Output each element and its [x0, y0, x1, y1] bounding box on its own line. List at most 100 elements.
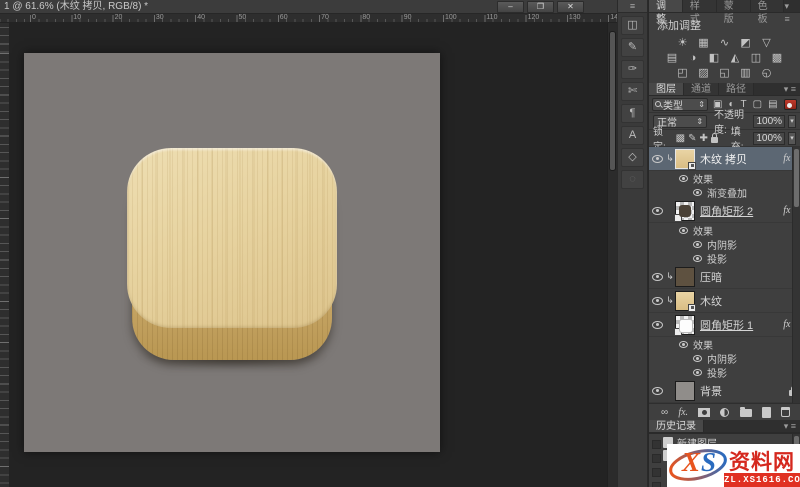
eye-icon[interactable] [652, 273, 663, 281]
layer-effect-row[interactable]: 投影 [649, 365, 800, 379]
layers-scrollbar[interactable] [792, 147, 800, 403]
opacity-value[interactable]: 100% [753, 115, 785, 128]
pasteboard[interactable] [10, 23, 607, 487]
visibility-cell[interactable] [649, 155, 665, 163]
motion-panel-icon[interactable]: ◌ [621, 170, 644, 189]
layer-row[interactable]: 圆角矩形 1fx▴ [649, 313, 800, 337]
layer-fx-icon[interactable]: fx [783, 319, 790, 330]
layer-fx-icon[interactable]: fx [783, 205, 790, 216]
tool-presets-panel-icon[interactable]: ✄ [621, 82, 644, 101]
filter-smart-objects-icon[interactable]: ▤ [768, 99, 777, 110]
history-source-well[interactable] [652, 440, 661, 449]
invert-icon[interactable]: ◰ [674, 66, 692, 80]
layer-effect-row[interactable]: 效果 [649, 171, 800, 185]
filter-toggle-switch[interactable] [784, 99, 797, 110]
eye-icon[interactable] [652, 387, 663, 395]
gradient-map-icon[interactable]: ▥ [737, 66, 755, 80]
layer-thumbnail[interactable] [675, 291, 695, 311]
tab-色板[interactable]: 色板 [751, 0, 785, 12]
add-layer-mask-icon[interactable] [698, 408, 710, 417]
levels-icon[interactable]: ▦ [695, 36, 713, 50]
eye-icon[interactable] [652, 155, 663, 163]
eye-icon[interactable] [679, 175, 688, 182]
layer-style-icon[interactable]: fx. [678, 405, 688, 420]
canvas-document[interactable] [24, 53, 440, 452]
history-source-well[interactable] [652, 468, 661, 477]
character-panel-icon[interactable]: A [621, 126, 644, 145]
document-vertical-scrollbar[interactable] [607, 23, 617, 487]
eye-icon[interactable] [652, 321, 663, 329]
new-adjustment-layer-icon[interactable] [720, 408, 729, 417]
close-button[interactable]: ✕ [557, 1, 584, 13]
layer-name[interactable]: 木纹 拷贝 [700, 151, 747, 167]
layer-thumbnail[interactable] [675, 267, 695, 287]
new-group-icon[interactable] [740, 409, 752, 417]
brightness-contrast-icon[interactable]: ☀ [674, 36, 692, 50]
layer-row[interactable]: 圆角矩形 2fx▴ [649, 199, 800, 223]
eye-icon[interactable] [693, 241, 702, 248]
layer-effect-row[interactable]: 效果 [649, 223, 800, 237]
posterize-icon[interactable]: ▨ [695, 66, 713, 80]
paragraph-panel-icon[interactable]: ¶ [621, 104, 644, 123]
tab-路径[interactable]: 路径 [719, 83, 754, 95]
lock-all-icon[interactable] [711, 137, 718, 143]
layer-name[interactable]: 背景 [700, 383, 722, 399]
threshold-icon[interactable]: ◱ [716, 66, 734, 80]
photo-filter-icon[interactable]: ◭ [726, 51, 744, 65]
panel-menu-icon[interactable]: ▾ ≡ [784, 0, 800, 12]
selective-color-icon[interactable]: ◵ [758, 66, 776, 80]
lock-move-icon[interactable]: ✚ [699, 133, 707, 144]
layer-thumbnail[interactable] [675, 381, 695, 401]
layer-effect-row[interactable]: 内阴影 [649, 237, 800, 251]
black-white-icon[interactable]: ◧ [705, 51, 723, 65]
hue-saturation-icon[interactable]: ▤ [663, 51, 681, 65]
fill-value[interactable]: 100% [753, 132, 785, 145]
color-balance-icon[interactable]: ◑ [684, 51, 702, 65]
dock-grip-icon[interactable]: ≡ [618, 0, 647, 13]
layer-row[interactable]: 背景 [649, 379, 800, 403]
panel-menu-icon[interactable]: ▾ ≡ [784, 420, 800, 432]
layer-effect-row[interactable]: 效果 [649, 337, 800, 351]
visibility-cell[interactable] [649, 273, 665, 281]
tab-history[interactable]: 历史记录 [649, 420, 704, 432]
scrollbar-thumb[interactable] [794, 149, 799, 207]
horizontal-ruler[interactable]: 0102030405060708090100110120130140 [0, 14, 617, 23]
layer-row[interactable]: ↳压暗 [649, 265, 800, 289]
layer-fx-icon[interactable]: fx [783, 153, 790, 164]
pen-page-panel-icon[interactable]: ✎ [621, 38, 644, 57]
curves-icon[interactable]: ∿ [716, 36, 734, 50]
layer-name[interactable]: 圆角矩形 2 [700, 203, 753, 219]
tab-图层[interactable]: 图层 [649, 83, 684, 95]
brush-panel-icon[interactable]: ✑ [621, 60, 644, 79]
scrollbar-thumb[interactable] [609, 31, 616, 171]
properties-panel-icon[interactable]: ◫ [621, 16, 644, 35]
minimize-button[interactable]: – [497, 1, 524, 13]
layer-thumbnail[interactable] [675, 149, 695, 169]
layer-name[interactable]: 木纹 [700, 293, 722, 309]
eye-icon[interactable] [652, 297, 663, 305]
visibility-cell[interactable] [649, 297, 665, 305]
visibility-cell[interactable] [649, 207, 665, 215]
history-source-well[interactable] [652, 482, 661, 487]
layer-thumbnail[interactable] [675, 201, 695, 221]
document-titlebar[interactable]: 1 @ 61.6% (木纹 拷贝, RGB/8) * – ❐ ✕ [0, 0, 617, 14]
eye-icon[interactable] [693, 355, 702, 362]
filter-shape-layers-icon[interactable]: ▢ [753, 99, 762, 110]
link-layers-icon[interactable]: ∞ [661, 405, 668, 420]
vertical-ruler[interactable] [0, 23, 10, 487]
layer-row[interactable]: ↳木纹 [649, 289, 800, 313]
eye-icon[interactable] [679, 227, 688, 234]
lock-paint-icon[interactable]: ✎ [688, 133, 696, 144]
3d-panel-icon[interactable]: ◇ [621, 148, 644, 167]
fill-dropdown-icon[interactable]: ▾ [788, 132, 796, 145]
vibrance-icon[interactable]: ▽ [758, 36, 776, 50]
delete-layer-icon[interactable] [781, 407, 790, 417]
eye-icon[interactable] [693, 369, 702, 376]
opacity-dropdown-icon[interactable]: ▾ [788, 115, 796, 128]
filter-kind-select[interactable]: 类型 ⇕ [652, 98, 708, 111]
layer-name[interactable]: 压暗 [700, 269, 722, 285]
layer-effect-row[interactable]: 投影 [649, 251, 800, 265]
visibility-cell[interactable] [649, 321, 665, 329]
exposure-icon[interactable]: ◩ [737, 36, 755, 50]
wood-icon-artwork[interactable] [127, 148, 337, 378]
